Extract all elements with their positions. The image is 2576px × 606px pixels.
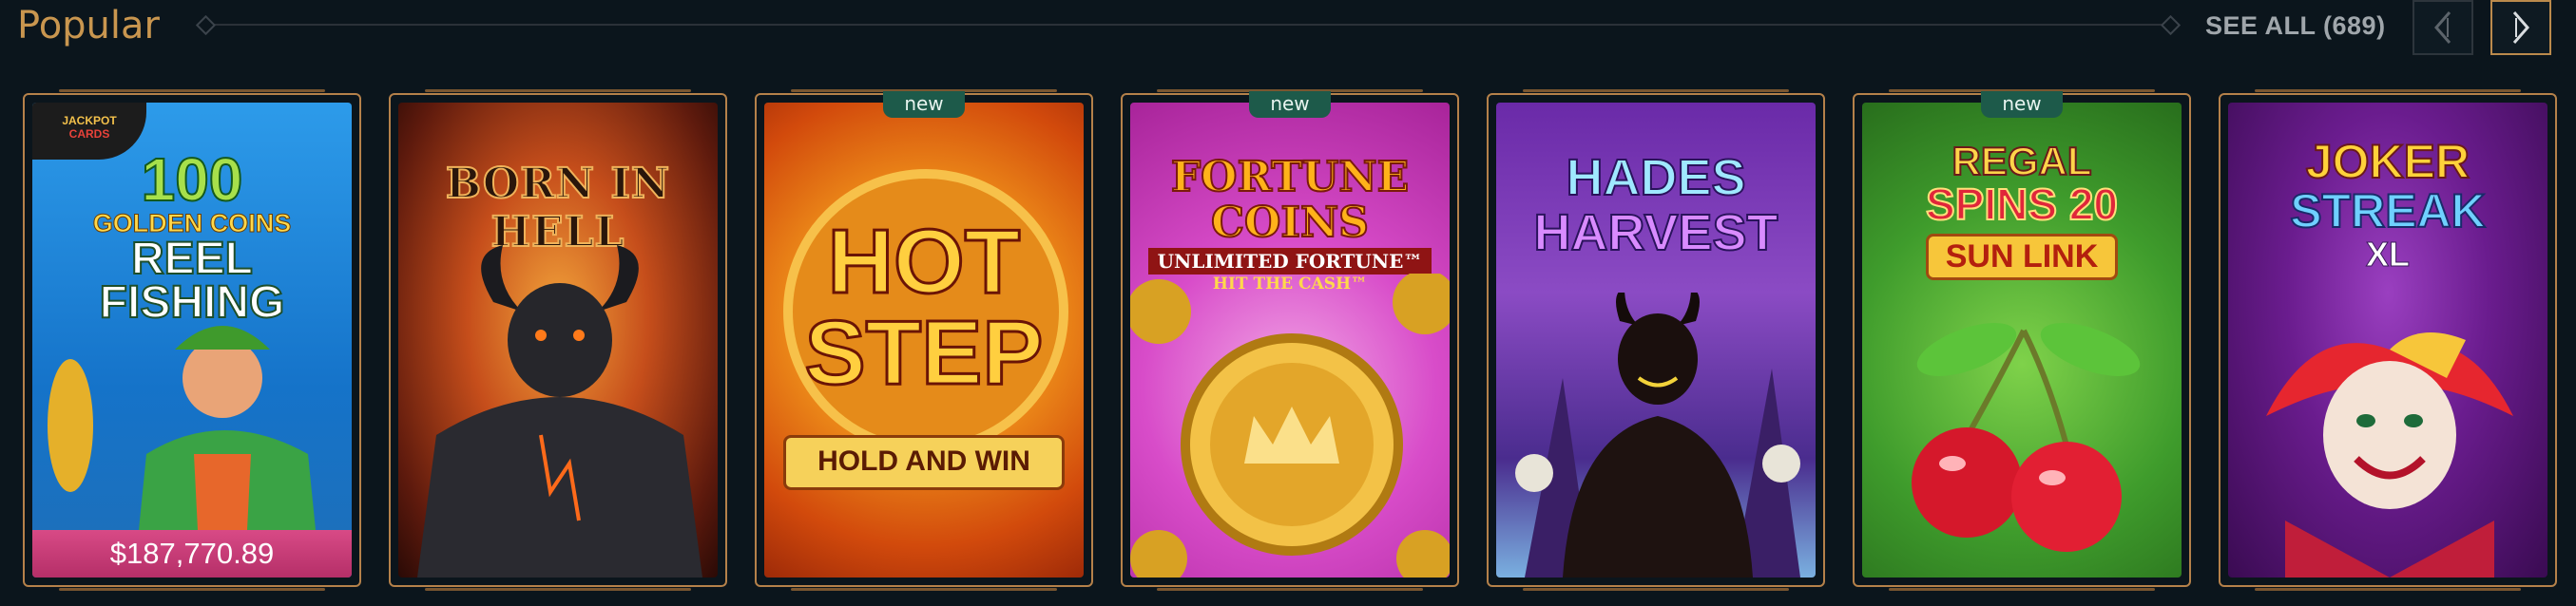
new-badge: new: [1981, 91, 2063, 118]
game-card-joker-streak-xl[interactable]: JOKER STREAK XL: [2219, 89, 2557, 591]
game-card-regal-spins-20[interactable]: new REGAL SPINS 20 SUN LINK: [1853, 89, 2191, 591]
game-logo: 100 GOLDEN COINS REEL FISHING: [92, 145, 292, 328]
game-thumbnail: JACKPOT CARDS 100 GOLDEN COINS REEL FISH…: [32, 103, 352, 578]
chevron-right-icon: [2512, 11, 2529, 44]
see-all-link[interactable]: SEE ALL (689): [2205, 9, 2386, 42]
game-thumbnail: HOT STEP HOLD AND WIN: [764, 103, 1084, 578]
game-thumbnail: JOKER STREAK XL: [2228, 103, 2547, 578]
game-thumbnail: FORTUNE COINS UNLIMITED FORTUNE™ HIT THE…: [1130, 103, 1450, 578]
game-thumbnail: BORN IN HELL: [398, 103, 718, 578]
divider-ornament-right: [2160, 14, 2182, 36]
game-card-hades-harvest[interactable]: HADES HARVEST: [1487, 89, 1825, 591]
game-logo: JOKER STREAK XL: [2289, 135, 2487, 274]
game-logo: REGAL SPINS 20 SUN LINK: [1862, 140, 2182, 280]
header-divider: [205, 24, 2169, 26]
game-card-hot-step[interactable]: new HOT STEP HOLD AND WIN: [755, 89, 1093, 591]
new-badge: new: [1249, 91, 1331, 118]
crown-coin-graphic: [1130, 274, 1450, 578]
demon-illustration: [417, 245, 702, 578]
jackpot-amount: $187,770.89: [32, 530, 352, 578]
devil-illustration: [1515, 293, 1800, 578]
game-card-reel-fishing[interactable]: JACKPOT CARDS 100 GOLDEN COINS REEL FISH…: [23, 89, 361, 591]
joker-illustration: [2266, 332, 2513, 578]
game-card-born-in-hell[interactable]: BORN IN HELL: [389, 89, 727, 591]
prev-button[interactable]: [2413, 0, 2473, 55]
game-logo: HOT STEP: [803, 211, 1045, 404]
game-logo: HADES HARVEST: [1532, 149, 1778, 261]
section-title: Popular: [17, 4, 160, 47]
game-thumbnail: REGAL SPINS 20 SUN LINK: [1862, 103, 2182, 578]
cherries-illustration: [1912, 323, 2141, 552]
next-button[interactable]: [2490, 0, 2551, 55]
game-thumbnail: HADES HARVEST: [1496, 103, 1816, 578]
game-logo: BORN IN HELL: [445, 159, 671, 257]
divider-ornament-left: [195, 14, 217, 36]
new-badge: new: [883, 91, 965, 118]
chevron-left-icon: [2434, 11, 2451, 44]
fisherman-illustration: [48, 326, 317, 549]
game-card-fortune-coins[interactable]: new FORTUNE COINS UNLIMITED FORTUNE™ HIT…: [1121, 89, 1459, 591]
hold-and-win-banner: HOLD AND WIN: [783, 435, 1065, 490]
